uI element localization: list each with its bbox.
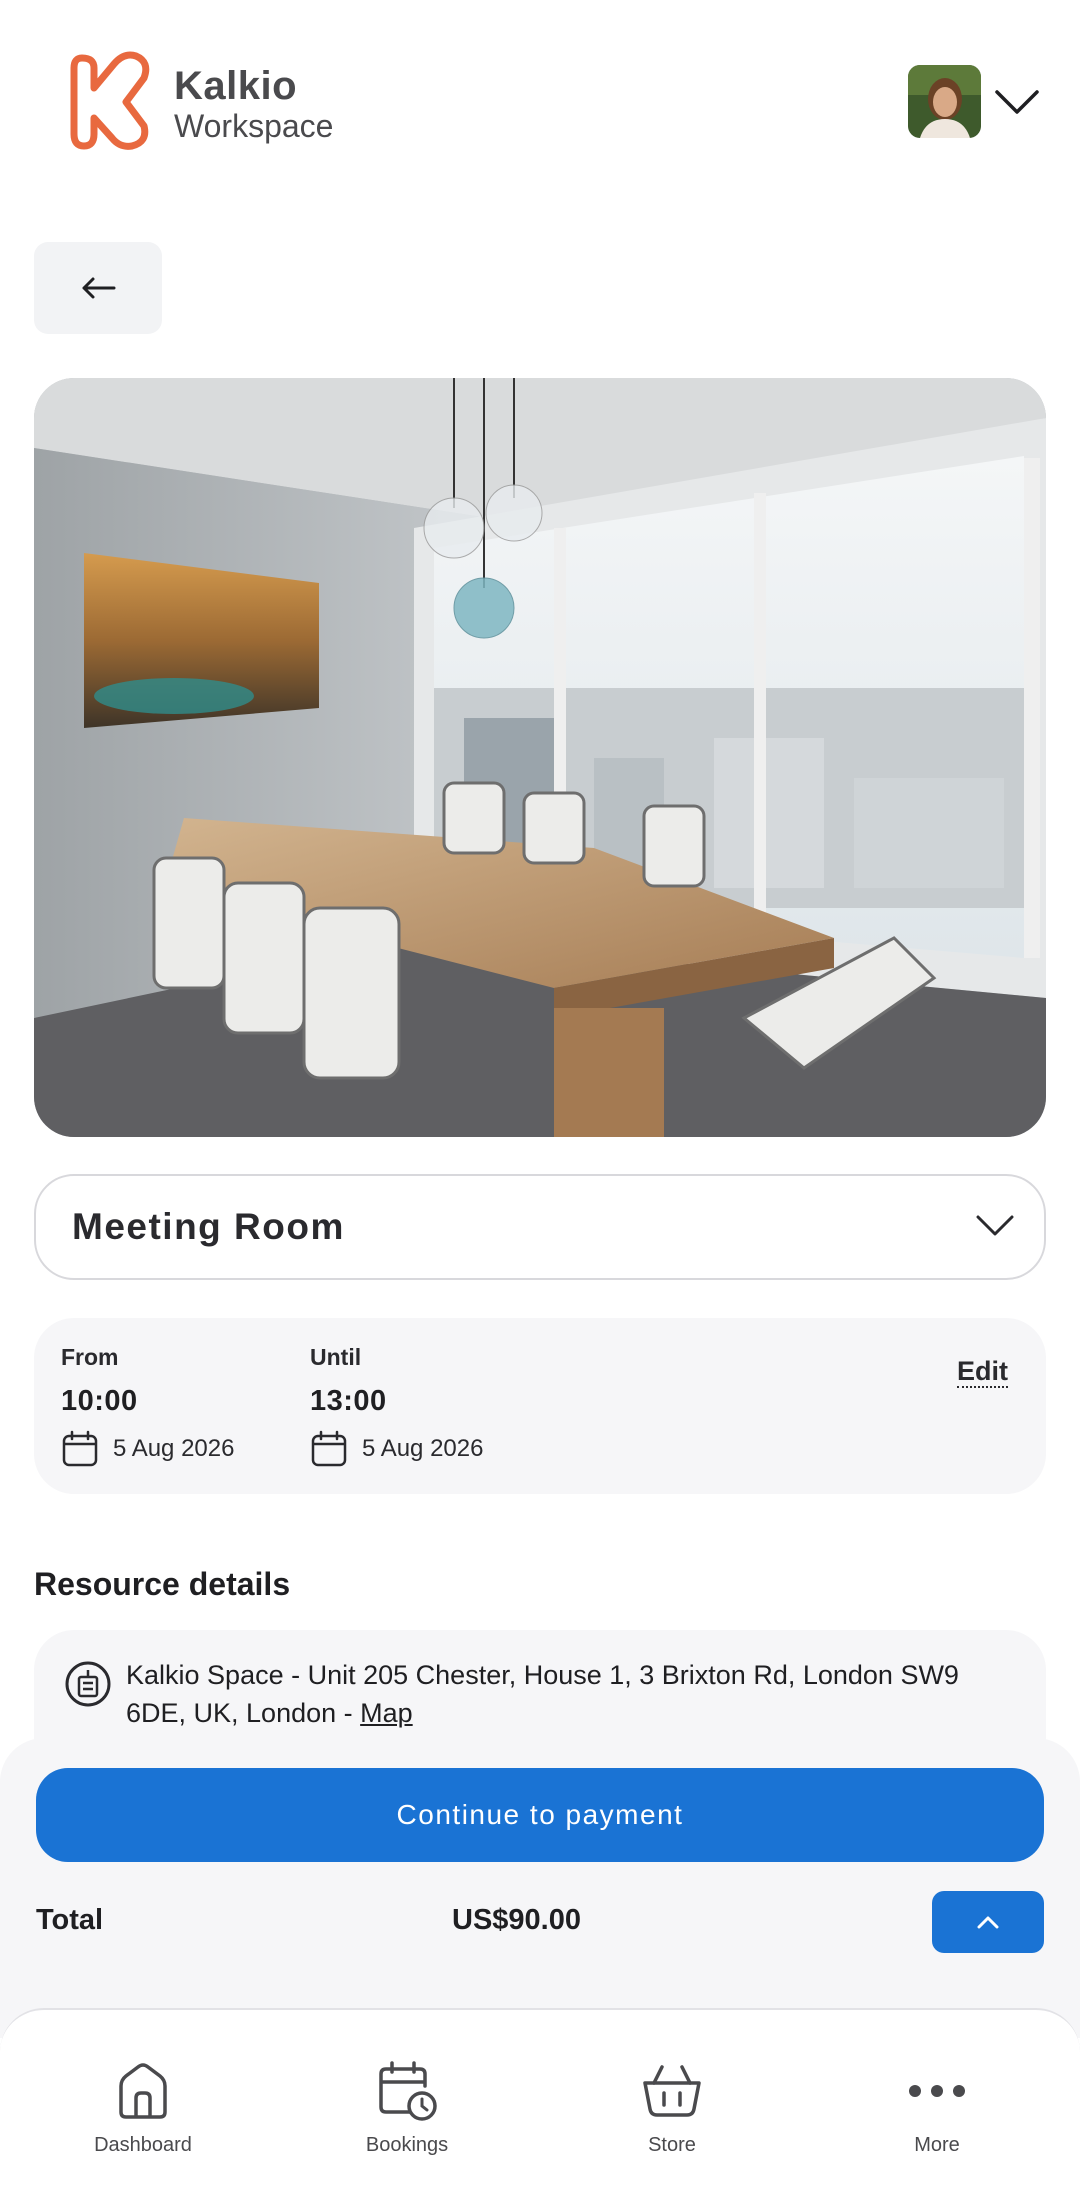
- calendar-clock-icon: [379, 2061, 437, 2121]
- nav-label-store: Store: [648, 2134, 696, 2156]
- map-link[interactable]: Map: [360, 1698, 413, 1728]
- chevron-down-icon: [976, 1215, 1014, 1236]
- kalkio-logo-icon: [70, 51, 150, 150]
- expand-summary-button[interactable]: [932, 1891, 1044, 1953]
- nav-label-dashboard: Dashboard: [94, 2134, 192, 2156]
- bottom-navigation: Dashboard Bookings Store More: [0, 2008, 1080, 2192]
- total-value: US$90.00: [452, 1904, 581, 1936]
- nav-item-store[interactable]: Store: [582, 2060, 762, 2157]
- chevron-up-icon: [977, 1916, 999, 1929]
- until-block: Until 13:00 5 Aug 2026: [310, 1344, 483, 1468]
- calendar-icon: [62, 1430, 98, 1467]
- address-text: Kalkio Space - Unit 205 Chester, House 1…: [126, 1656, 1026, 1732]
- building-icon: [65, 1661, 111, 1707]
- from-date-row: 5 Aug 2026: [61, 1430, 234, 1468]
- until-date-row: 5 Aug 2026: [310, 1430, 483, 1468]
- calendar-icon: [311, 1430, 347, 1467]
- app-header: Kalkio Workspace: [0, 0, 1080, 210]
- booking-time-card: From 10:00 5 Aug 2026 Until 13:00 5 Aug …: [34, 1318, 1046, 1494]
- continue-to-payment-button[interactable]: Continue to payment: [36, 1768, 1044, 1862]
- address-value: Kalkio Space - Unit 205 Chester, House 1…: [126, 1660, 959, 1728]
- until-date: 5 Aug 2026: [362, 1435, 484, 1462]
- basket-icon: [643, 2065, 701, 2117]
- nav-label-bookings: Bookings: [365, 2134, 449, 2156]
- nav-item-dashboard[interactable]: Dashboard: [53, 2060, 233, 2157]
- nav-item-more[interactable]: More: [847, 2060, 1027, 2157]
- until-label: Until: [310, 1344, 362, 1370]
- room-photo: [34, 378, 1046, 1137]
- more-dots-icon: [909, 2085, 965, 2097]
- from-block: From 10:00 5 Aug 2026: [61, 1344, 234, 1468]
- back-button[interactable]: [34, 242, 162, 334]
- resource-type-value: Meeting Room: [72, 1206, 345, 1247]
- from-time: 10:00: [61, 1385, 138, 1417]
- home-icon: [119, 2063, 167, 2119]
- nav-label-more: More: [914, 2134, 960, 2156]
- total-label: Total: [36, 1904, 104, 1936]
- chevron-down-icon[interactable]: [994, 88, 1040, 116]
- until-time: 13:00: [310, 1385, 387, 1417]
- from-label: From: [61, 1344, 119, 1370]
- edit-time-link[interactable]: Edit: [957, 1356, 1008, 1388]
- brand-name: Kalkio: [174, 64, 298, 108]
- arrow-left-icon: [82, 277, 116, 299]
- resource-type-dropdown[interactable]: Meeting Room: [34, 1174, 1046, 1280]
- from-date: 5 Aug 2026: [113, 1435, 235, 1462]
- nav-item-bookings[interactable]: Bookings: [317, 2060, 497, 2157]
- user-avatar[interactable]: [908, 65, 981, 138]
- brand-subtitle: Workspace: [174, 108, 334, 144]
- resource-details-heading: Resource details: [34, 1566, 291, 1602]
